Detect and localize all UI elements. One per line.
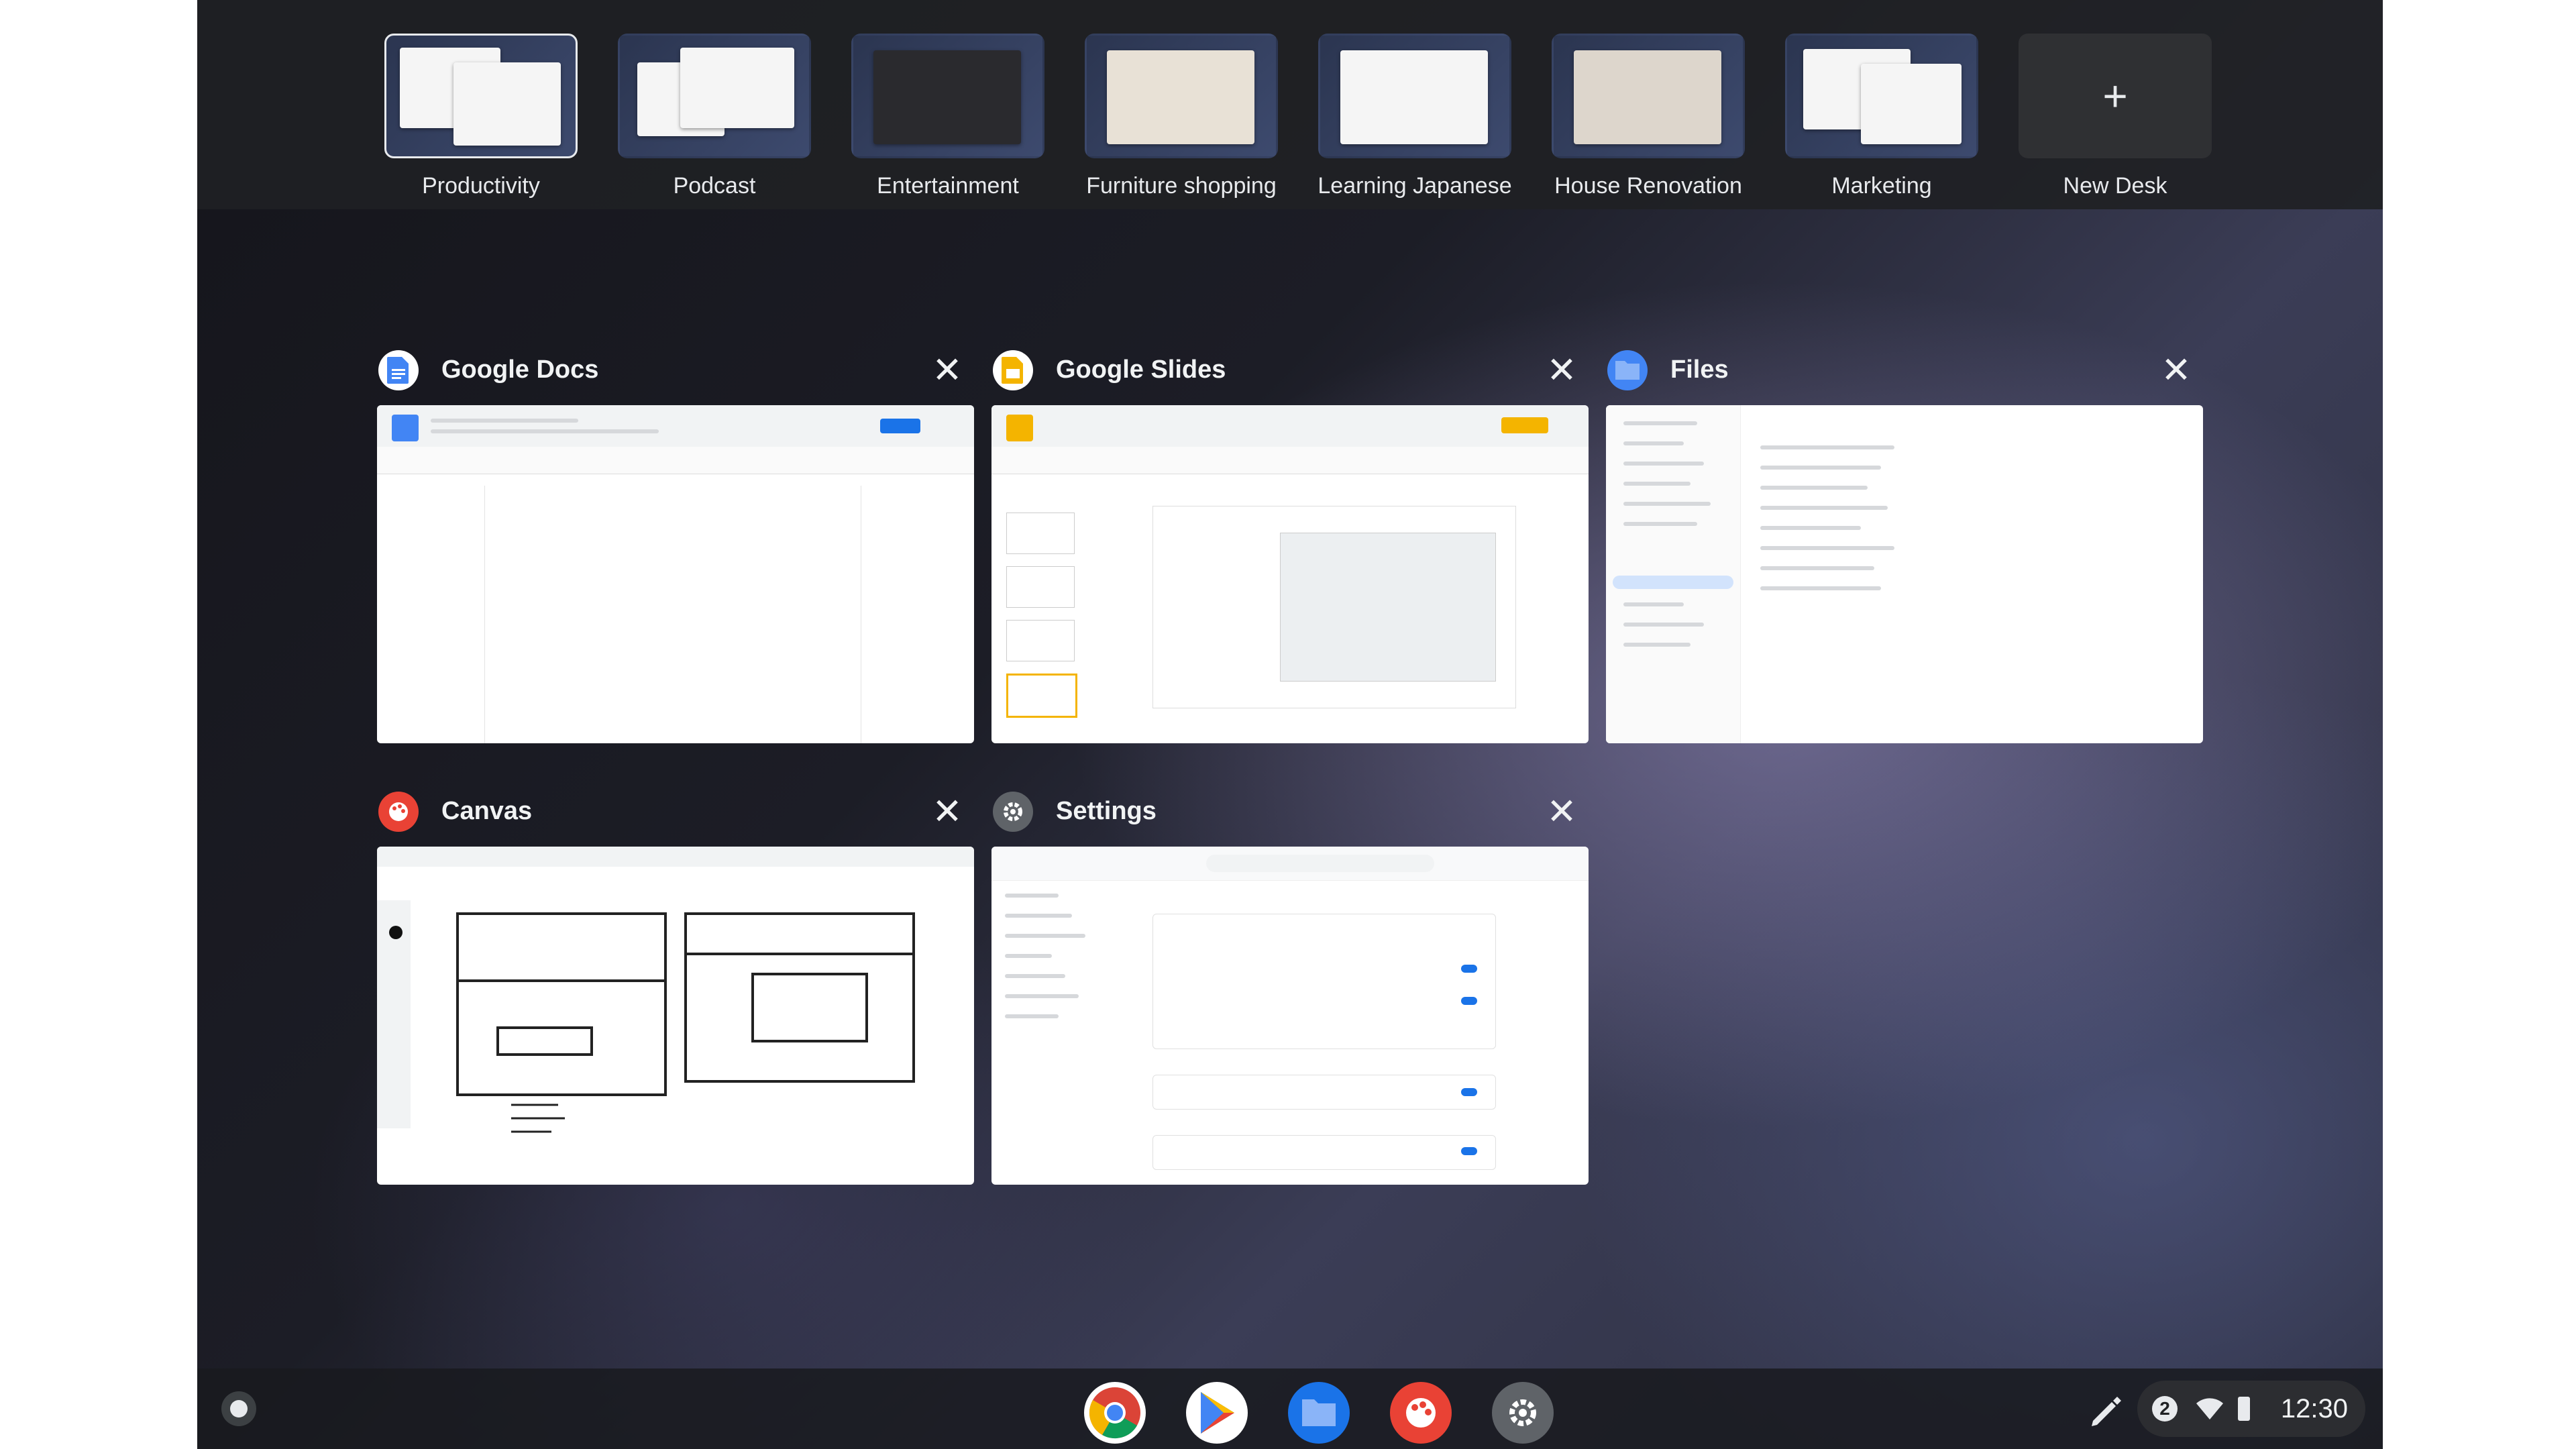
google-docs-icon	[378, 350, 419, 390]
desk-learning-japanese[interactable]: Learning Japanese	[1318, 34, 1512, 199]
close-icon[interactable]: ✕	[928, 352, 966, 389]
desk-thumbnail[interactable]	[1318, 34, 1511, 158]
window-title: Settings	[1056, 797, 1157, 825]
canvas-icon	[378, 792, 419, 832]
desk-productivity[interactable]: Productivity	[384, 34, 578, 199]
window-google-slides[interactable]: Google Slides ✕	[991, 343, 1589, 743]
google-slides-icon	[993, 350, 1033, 390]
launcher-button[interactable]	[221, 1391, 256, 1426]
settings-icon[interactable]	[1492, 1382, 1554, 1444]
window-title: Canvas	[441, 797, 533, 825]
canvas-icon[interactable]	[1390, 1382, 1452, 1444]
desk-label: Productivity	[422, 173, 540, 199]
window-header: Settings ✕	[991, 785, 1589, 839]
window-header: Google Docs ✕	[377, 343, 974, 397]
window-canvas[interactable]: Canvas ✕	[377, 785, 974, 1185]
clock: 12:30	[2280, 1394, 2348, 1424]
window-preview[interactable]	[991, 405, 1589, 743]
close-icon[interactable]: ✕	[2157, 352, 2195, 389]
window-preview[interactable]	[377, 847, 974, 1185]
close-icon[interactable]: ✕	[928, 793, 966, 830]
overview-screen: Productivity Podcast Entertainment Furni…	[197, 0, 2383, 1449]
plus-icon[interactable]: +	[2019, 34, 2212, 158]
desk-label: House Renovation	[1554, 173, 1742, 199]
desk-label: Podcast	[673, 173, 756, 199]
files-icon[interactable]	[1288, 1382, 1350, 1444]
desk-label: New Desk	[2063, 173, 2167, 199]
wifi-icon	[2195, 1397, 2224, 1424]
window-title: Files	[1670, 356, 1729, 384]
battery-icon	[2238, 1397, 2250, 1421]
close-icon[interactable]: ✕	[1543, 352, 1580, 389]
files-icon	[1607, 350, 1648, 390]
desk-thumbnail[interactable]	[384, 34, 578, 158]
close-icon[interactable]: ✕	[1543, 793, 1580, 830]
desk-label: Marketing	[1831, 173, 1932, 199]
desk-thumbnail[interactable]	[1085, 34, 1278, 158]
window-header: Canvas ✕	[377, 785, 974, 839]
play-store-icon[interactable]	[1186, 1382, 1248, 1444]
desk-thumbnail[interactable]	[1552, 34, 1745, 158]
desk-label: Furniture shopping	[1086, 173, 1277, 199]
desk-house-renovation[interactable]: House Renovation	[1551, 34, 1746, 199]
desk-entertainment[interactable]: Entertainment	[851, 34, 1045, 199]
window-files[interactable]: Files ✕	[1606, 343, 2203, 743]
desk-thumbnail[interactable]	[618, 34, 811, 158]
chrome-icon[interactable]	[1084, 1382, 1146, 1444]
window-header: Google Slides ✕	[991, 343, 1589, 397]
desk-thumbnail[interactable]	[851, 34, 1044, 158]
window-title: Google Docs	[441, 356, 599, 384]
window-preview[interactable]	[377, 405, 974, 743]
window-settings[interactable]: Settings ✕	[991, 785, 1589, 1185]
desk-label: Entertainment	[877, 173, 1019, 199]
desk-podcast[interactable]: Podcast	[617, 34, 812, 199]
window-header: Files ✕	[1606, 343, 2203, 397]
new-desk-button[interactable]: + New Desk	[2018, 34, 2212, 199]
desk-label: Learning Japanese	[1318, 173, 1512, 199]
settings-icon	[993, 792, 1033, 832]
window-google-docs[interactable]: Google Docs ✕	[377, 343, 974, 743]
desk-furniture-shopping[interactable]: Furniture shopping	[1084, 34, 1279, 199]
stylus-icon[interactable]	[2085, 1389, 2125, 1429]
window-preview[interactable]	[991, 847, 1589, 1185]
desks-bar: Productivity Podcast Entertainment Furni…	[197, 0, 2383, 209]
window-title: Google Slides	[1056, 356, 1226, 384]
desk-marketing[interactable]: Marketing	[1784, 34, 1979, 199]
notification-count-badge[interactable]: 2	[2152, 1396, 2178, 1421]
status-tray[interactable]: 2 12:30	[2137, 1381, 2365, 1437]
desk-thumbnail[interactable]	[1785, 34, 1978, 158]
window-preview[interactable]	[1606, 405, 2203, 743]
shelf: 2 12:30	[197, 1368, 2383, 1449]
